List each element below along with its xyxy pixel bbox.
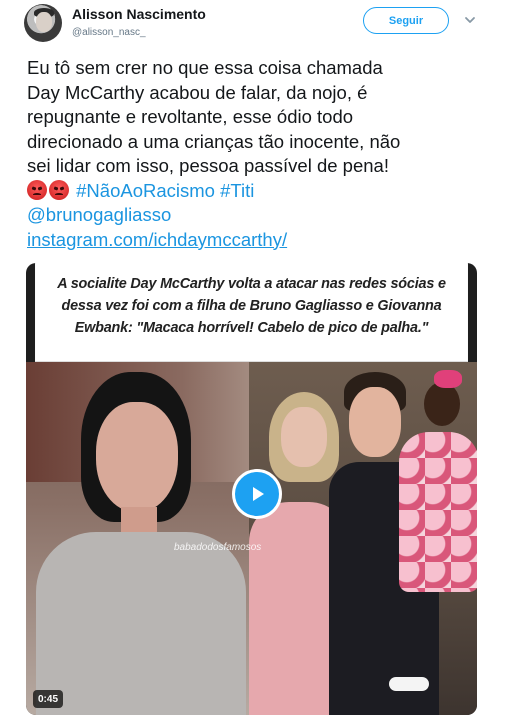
video-caption-line: dessa vez foi com a filha de Bruno Gagli… [61, 297, 442, 314]
video-caption-line: A socialite Day McCarthy volta a atacar … [57, 275, 446, 292]
follow-button[interactable]: Seguir [363, 7, 449, 34]
tweet-text: Eu tô sem crer no que essa coisa chamada… [27, 56, 487, 252]
tweet-hashtag-line: #NãoAoRacismo #Titi [27, 179, 487, 204]
video-caption: A socialite Day McCarthy volta a atacar … [35, 263, 468, 362]
author-display-name[interactable]: Alisson Nascimento [72, 6, 206, 22]
author-handle[interactable]: @alisson_nasc_ [72, 27, 146, 38]
tweet-text-line: direcionado a uma crianças tão inocente,… [27, 130, 401, 152]
tweet-text-line: Eu tô sem crer no que essa coisa chamada [27, 57, 383, 78]
tweet-text-line: Day McCarthy acabou de falar, da nojo, é [27, 81, 368, 103]
video-caption-line: Ewbank: "Macaca horrível! Cabelo de pico… [74, 319, 429, 336]
video-duration: 0:45 [33, 690, 64, 708]
chevron-down-icon[interactable] [462, 12, 478, 28]
hashtag-naoaoracismo[interactable]: #NãoAoRacismo [76, 180, 215, 201]
pouting-face-emoji-icon [49, 179, 69, 200]
tweet-text-line: repugnante e revoltante, esse ódio todo [27, 106, 354, 127]
pouting-face-emoji-icon [27, 179, 47, 200]
tweet-link[interactable]: instagram.com/ichdaymccarthy/ [27, 229, 287, 250]
video-frame-left-photo [26, 362, 249, 715]
video-frame-right-photo [249, 362, 477, 715]
avatar-face [36, 12, 52, 32]
avatar[interactable] [24, 4, 62, 42]
hashtag-titi[interactable]: #Titi [220, 180, 254, 201]
play-button[interactable] [232, 469, 282, 519]
video-watermark: babadodosfamosos [174, 542, 262, 553]
tweet-header: Alisson Nascimento @alisson_nasc_ Seguir [0, 0, 507, 48]
mention-brunogagliasso[interactable]: @brunogagliasso [27, 204, 171, 225]
play-icon [253, 487, 264, 501]
tweet-text-line: sei lidar com isso, pessoa passível de p… [27, 155, 389, 176]
tweet-video[interactable]: A socialite Day McCarthy volta a atacar … [26, 263, 477, 715]
